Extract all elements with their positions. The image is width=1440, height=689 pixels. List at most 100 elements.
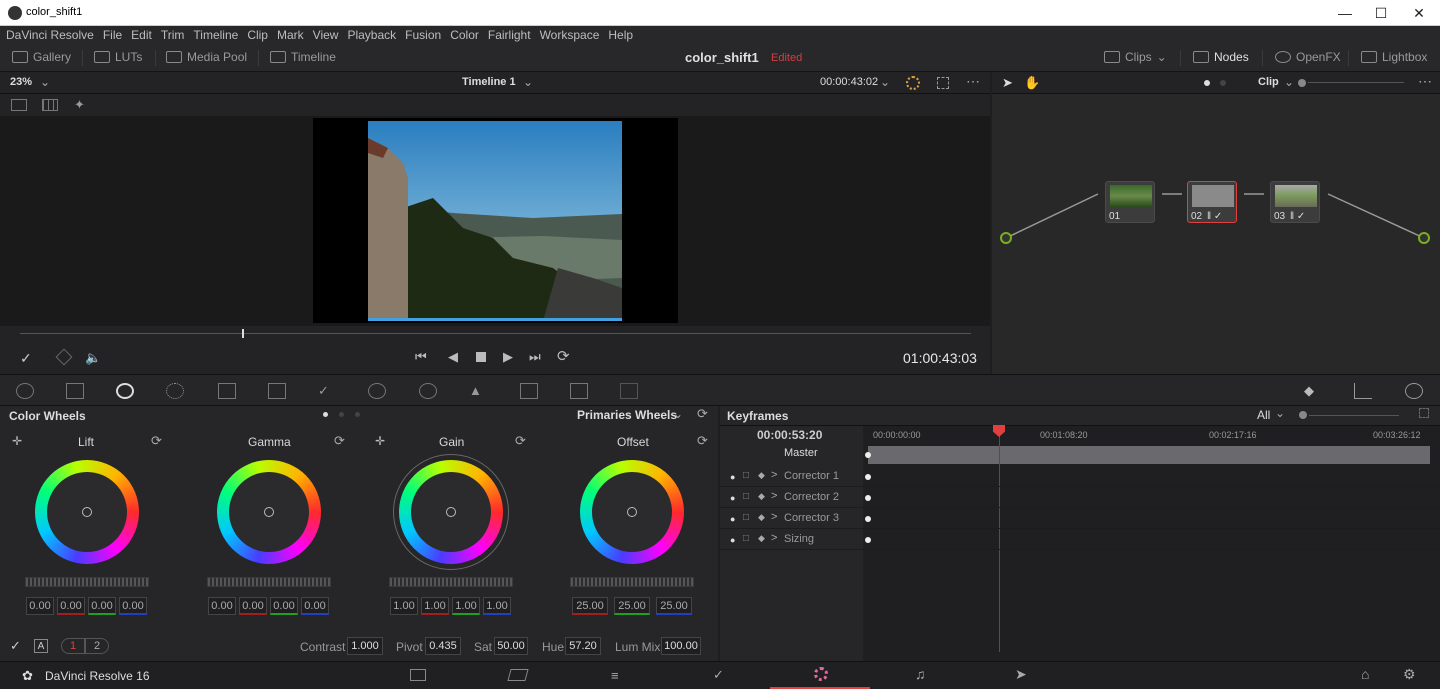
offset-b-value[interactable]: 25.00: [656, 597, 692, 615]
minimize-icon[interactable]: —: [1326, 0, 1364, 26]
cut-page-icon[interactable]: [507, 669, 529, 681]
auto-color-icon[interactable]: A: [34, 639, 48, 653]
chevron-down-icon[interactable]: ⌄: [40, 75, 50, 89]
reverse-play-icon[interactable]: ◀: [448, 349, 458, 365]
play-icon[interactable]: ▶: [503, 349, 513, 365]
page-dot-active[interactable]: [323, 412, 328, 417]
expand-chevron-icon[interactable]: >: [771, 532, 777, 544]
node-03[interactable]: 03 ‖ ✓: [1270, 181, 1320, 223]
key-icon[interactable]: [520, 383, 538, 399]
eyedropper-icon[interactable]: ✓: [20, 350, 32, 367]
lightbox-button[interactable]: Lightbox: [1361, 50, 1427, 64]
menu-trim[interactable]: Trim: [161, 28, 185, 42]
keyframes-palette-icon[interactable]: ◆: [1304, 383, 1322, 399]
lift-wheel[interactable]: [35, 460, 139, 564]
gamma-wheel[interactable]: [217, 460, 321, 564]
lock-icon[interactable]: □: [743, 512, 749, 523]
scrub-handle[interactable]: [241, 329, 244, 338]
media-page-icon[interactable]: [410, 669, 426, 681]
gamma-g-value[interactable]: 0.00: [270, 597, 298, 615]
fairlight-page-icon[interactable]: ♫: [915, 666, 926, 682]
gamma-b-value[interactable]: 0.00: [301, 597, 329, 615]
expand-icon[interactable]: [1419, 408, 1429, 418]
fullscreen-icon[interactable]: [937, 77, 949, 89]
reset-icon[interactable]: ⟳: [151, 433, 162, 449]
keyframe-diamond-icon[interactable]: ◆: [758, 533, 765, 544]
keyframe-diamond-icon[interactable]: ◆: [758, 491, 765, 502]
zoom-slider[interactable]: [1308, 82, 1404, 83]
chevron-down-icon[interactable]: ⌄: [1275, 406, 1285, 420]
offset-wheel[interactable]: [580, 460, 684, 564]
visibility-dot-icon[interactable]: ●: [730, 535, 735, 545]
menu-edit[interactable]: Edit: [131, 28, 152, 42]
node-02[interactable]: 02 ‖ ✓: [1187, 181, 1237, 223]
layers-icon[interactable]: [55, 348, 73, 366]
visibility-dot-icon[interactable]: ●: [730, 514, 735, 524]
sizing-icon[interactable]: [570, 383, 588, 399]
hand-icon[interactable]: ✋: [1024, 75, 1040, 91]
chevron-down-icon[interactable]: ⌄: [523, 75, 533, 89]
reset-all-icon[interactable]: ⟳: [697, 406, 708, 422]
info-icon[interactable]: [1405, 383, 1423, 399]
go-to-start-icon[interactable]: ⏮: [415, 349, 427, 365]
gain-y-value[interactable]: 1.00: [390, 597, 418, 615]
lock-icon[interactable]: □: [743, 533, 749, 544]
menu-workspace[interactable]: Workspace: [540, 28, 600, 42]
expand-chevron-icon[interactable]: >: [771, 511, 777, 523]
keyframe-dot[interactable]: [865, 537, 871, 543]
chevron-down-icon[interactable]: ⌄: [1284, 75, 1294, 89]
lift-g-value[interactable]: 0.00: [88, 597, 116, 615]
reset-icon[interactable]: ⟳: [334, 433, 345, 449]
clips-button[interactable]: Clips ⌄: [1104, 50, 1167, 64]
menu-file[interactable]: File: [103, 28, 122, 42]
timeline-button[interactable]: Timeline: [270, 50, 336, 64]
scrub-track[interactable]: [20, 329, 971, 338]
crosshair-icon[interactable]: ✛: [12, 434, 22, 448]
gain-b-value[interactable]: 1.00: [483, 597, 511, 615]
keyframe-dot[interactable]: [865, 452, 871, 458]
timeline-select[interactable]: Timeline 1: [462, 76, 516, 88]
zoom-slider-handle[interactable]: [1299, 411, 1307, 419]
lift-y-value[interactable]: 0.00: [26, 597, 54, 615]
go-to-end-icon[interactable]: ⏭: [529, 349, 541, 365]
grid-view-icon[interactable]: [42, 99, 58, 111]
visibility-dot-icon[interactable]: ●: [730, 472, 735, 482]
scopes-icon[interactable]: [1354, 383, 1372, 399]
deliver-page-icon[interactable]: ➤: [1015, 666, 1027, 683]
menu-fairlight[interactable]: Fairlight: [488, 28, 531, 42]
color-page-tab[interactable]: [770, 662, 870, 689]
gear-icon[interactable]: ⚙: [1403, 666, 1416, 683]
gallery-button[interactable]: Gallery: [12, 50, 71, 64]
menu-color[interactable]: Color: [450, 28, 479, 42]
offset-g-value[interactable]: 25.00: [614, 597, 650, 615]
node-mode-select[interactable]: Clip: [1258, 76, 1279, 88]
rgb-mixer-icon[interactable]: [166, 383, 184, 399]
wheel-puck[interactable]: [446, 507, 456, 517]
menu-mark[interactable]: Mark: [277, 28, 304, 42]
node-editor[interactable]: 01 02 ‖ ✓ 03 ‖ ✓: [992, 94, 1440, 374]
menu-clip[interactable]: Clip: [247, 28, 268, 42]
zoom-slider-handle[interactable]: [1298, 79, 1306, 87]
crosshair-icon[interactable]: ✛: [375, 434, 385, 448]
source-timecode[interactable]: 00:00:43:02: [820, 76, 878, 88]
gamma-master-wheel[interactable]: [207, 577, 331, 587]
reset-icon[interactable]: ⟳: [515, 433, 526, 449]
blur-icon[interactable]: ▲: [469, 383, 487, 399]
volume-icon[interactable]: 🔈: [85, 350, 101, 366]
menu-fusion[interactable]: Fusion: [405, 28, 441, 42]
wheel-puck[interactable]: [627, 507, 637, 517]
gamma-r-value[interactable]: 0.00: [239, 597, 267, 615]
lift-master-wheel[interactable]: [25, 577, 149, 587]
current-timecode[interactable]: 00:00:53:20: [757, 428, 822, 442]
color-picker-icon[interactable]: [906, 76, 920, 90]
magic-wand-icon[interactable]: ✦: [74, 97, 85, 113]
gain-wheel[interactable]: [399, 460, 503, 564]
more-options-icon[interactable]: ⋯: [1418, 73, 1432, 90]
edit-page-icon[interactable]: ≡: [611, 668, 619, 683]
pointer-icon[interactable]: ➤: [1002, 75, 1013, 91]
page-1-button[interactable]: 1: [61, 638, 85, 654]
auto-balance-icon[interactable]: ✓: [10, 638, 21, 654]
nodes-button[interactable]: Nodes: [1193, 50, 1249, 64]
3d-icon[interactable]: [620, 383, 638, 399]
zoom-slider[interactable]: [1309, 415, 1399, 416]
